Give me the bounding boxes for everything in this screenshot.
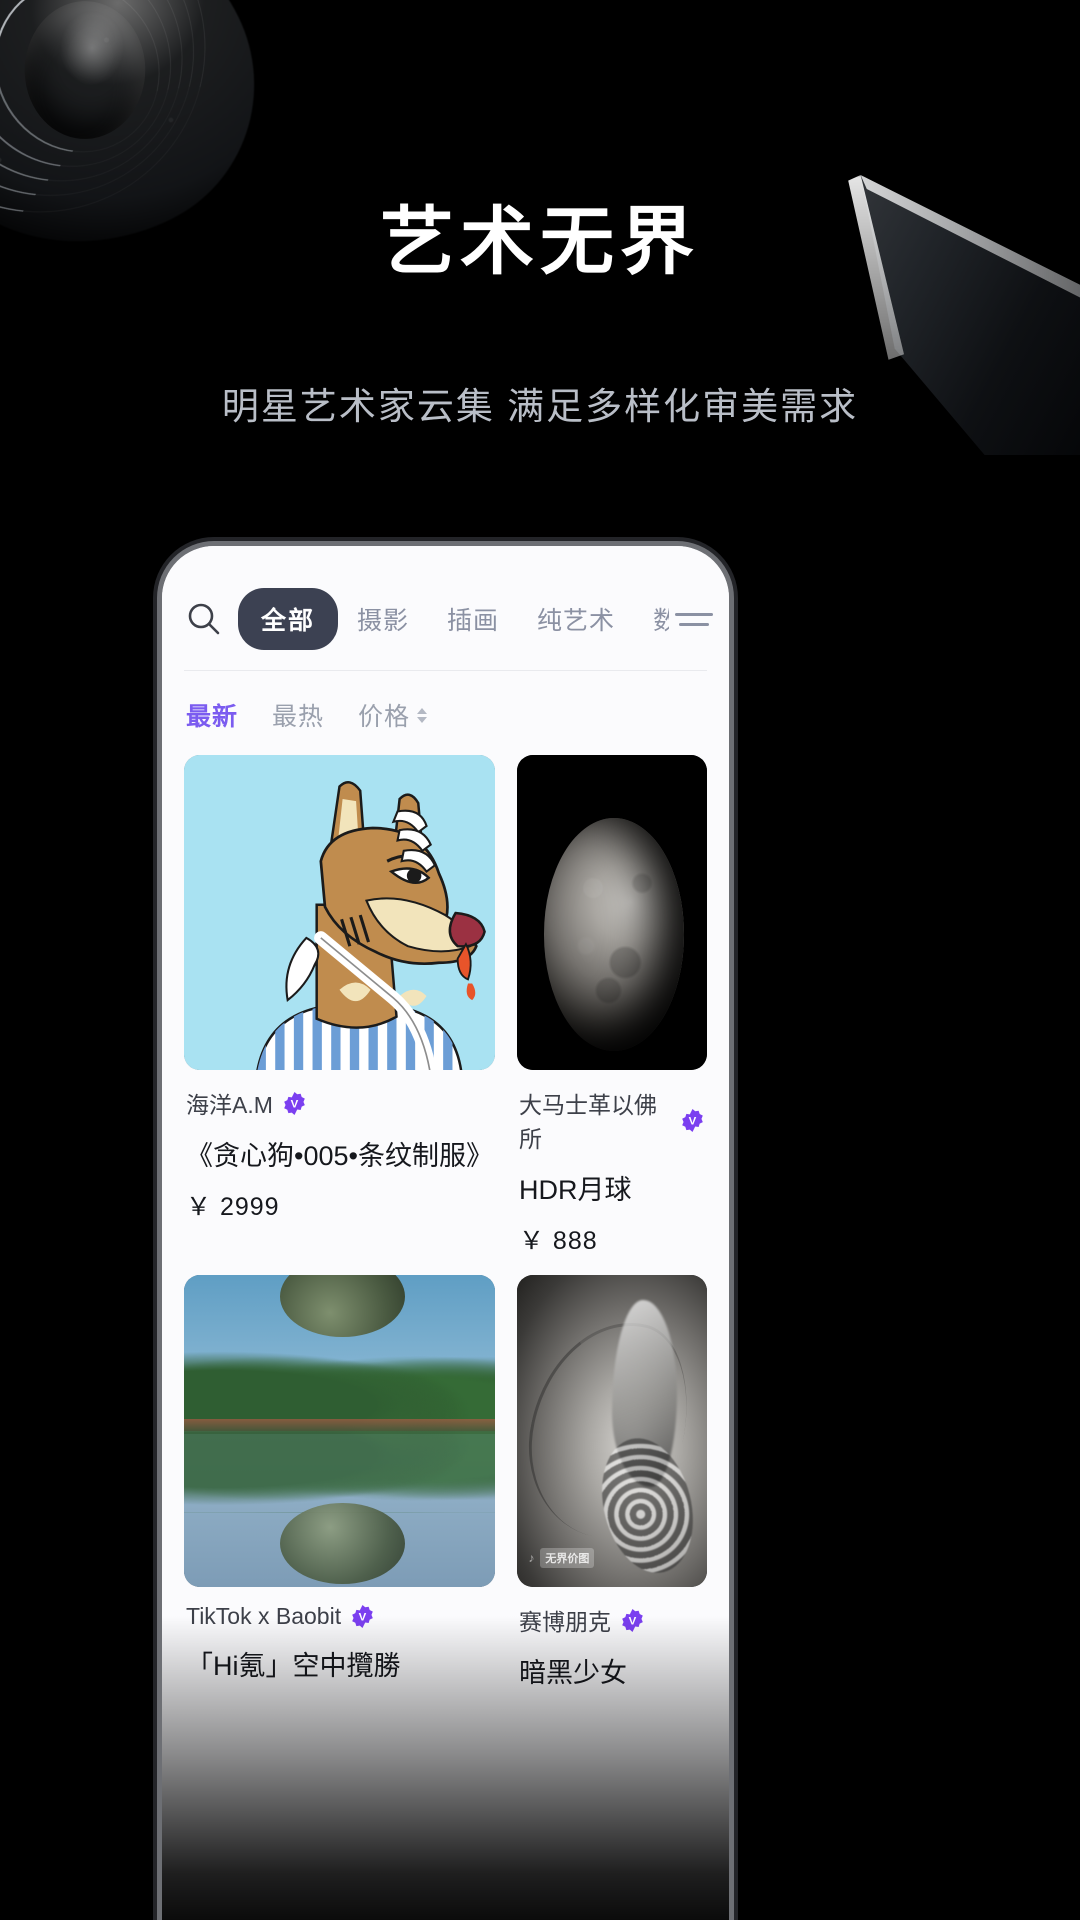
svg-text:V: V bbox=[291, 1098, 299, 1110]
tab-digital[interactable]: 数字亻 bbox=[634, 601, 669, 637]
tab-fine-art[interactable]: 纯艺术 bbox=[518, 601, 634, 637]
tab-photography[interactable]: 摄影 bbox=[338, 601, 428, 637]
search-icon[interactable] bbox=[184, 599, 224, 639]
sort-newest[interactable]: 最新 bbox=[186, 697, 238, 733]
artwork-title: 暗黑少女 bbox=[518, 1658, 627, 1688]
watermark-label: 无界价图 bbox=[540, 1548, 595, 1569]
artwork-card[interactable]: TikTok x Baobit V 「Hi氪」空中攬勝 bbox=[184, 1275, 495, 1690]
artwork-thumbnail-cyberpunk[interactable]: ♪ 无界价图 bbox=[516, 1275, 707, 1587]
artwork-meta: 海洋A.M V 《贪心狗•005•条纹制服》 ￥ 2999 bbox=[184, 1070, 495, 1223]
sort-bar: 最新 最热 价格 bbox=[162, 671, 729, 755]
page-root: 艺术无界 明星艺术家云集 满足多样化审美需求 全部 摄影 插画 纯艺术 数字亻 bbox=[0, 0, 1080, 1920]
page-subtitle: 明星艺术家云集 满足多样化审美需求 bbox=[221, 386, 859, 427]
artwork-meta: TikTok x Baobit V 「Hi氪」空中攬勝 bbox=[184, 1587, 495, 1683]
artwork-title: 「Hi氪」空中攬勝 bbox=[186, 1651, 401, 1681]
page-title: 艺术无界 bbox=[380, 200, 700, 283]
artwork-thumbnail-dog[interactable] bbox=[184, 755, 495, 1070]
moon-photograph bbox=[516, 755, 707, 1070]
cartoon-doberman-dog-illustration bbox=[184, 755, 495, 1070]
svg-text:V: V bbox=[689, 1115, 697, 1127]
artwork-author[interactable]: 赛博朋克 V bbox=[519, 1603, 705, 1637]
artwork-watermark: ♪ 无界价图 bbox=[528, 1548, 595, 1569]
svg-text:V: V bbox=[359, 1612, 367, 1624]
artwork-meta: 赛博朋克 V 暗黑少女 bbox=[517, 1587, 707, 1690]
artwork-author-name: 赛博朋克 bbox=[518, 1609, 611, 1635]
artwork-card[interactable]: ♪ 无界价图 赛博朋克 V 暗黑少女 bbox=[516, 1275, 707, 1690]
sort-price[interactable]: 价格 bbox=[358, 697, 428, 733]
music-note-icon: ♪ bbox=[528, 1551, 535, 1566]
artwork-card[interactable]: 海洋A.M V 《贪心狗•005•条纹制服》 ￥ 2999 bbox=[184, 755, 495, 1257]
artwork-author-name: 大马士革以佛所 bbox=[518, 1092, 657, 1152]
artwork-author[interactable]: TikTok x Baobit V bbox=[186, 1603, 493, 1630]
tab-all[interactable]: 全部 bbox=[238, 588, 339, 650]
artwork-price: ￥ 888 bbox=[518, 1227, 598, 1255]
sort-hottest[interactable]: 最热 bbox=[272, 697, 324, 733]
lake-reflection-sphere-photograph bbox=[184, 1275, 495, 1587]
artwork-meta: 大马士革以佛所 V HDR月球 ￥ 888 bbox=[517, 1070, 707, 1257]
artwork-author-name: TikTok x Baobit bbox=[186, 1603, 342, 1629]
artwork-author[interactable]: 大马士革以佛所 V bbox=[519, 1086, 705, 1154]
artwork-grid: 海洋A.M V 《贪心狗•005•条纹制服》 ￥ 2999 大马士革以佛所 V … bbox=[162, 755, 729, 1690]
sort-price-label: 价格 bbox=[358, 703, 411, 731]
svg-text:V: V bbox=[629, 1615, 637, 1627]
artwork-author-name: 海洋A.M bbox=[186, 1092, 273, 1118]
artwork-card[interactable]: 大马士革以佛所 V HDR月球 ￥ 888 bbox=[516, 755, 707, 1257]
verified-badge-icon: V bbox=[350, 1604, 375, 1629]
phone-screen: 全部 摄影 插画 纯艺术 数字亻 最新 最热 价格 bbox=[162, 546, 729, 1920]
tab-illustration[interactable]: 插画 bbox=[428, 601, 518, 637]
artwork-title: 《贪心狗•005•条纹制服》 bbox=[186, 1141, 493, 1171]
tab-list: 全部 摄影 插画 纯艺术 数字亻 bbox=[238, 588, 669, 650]
phone-mockup: 全部 摄影 插画 纯艺术 数字亻 最新 最热 价格 bbox=[162, 546, 729, 1920]
greyscale-cyberpunk-girl-artwork: ♪ 无界价图 bbox=[516, 1275, 707, 1587]
artwork-thumbnail-lake[interactable] bbox=[184, 1275, 495, 1587]
verified-badge-icon: V bbox=[620, 1608, 645, 1633]
sort-arrows-icon bbox=[417, 707, 428, 723]
verified-badge-icon: V bbox=[282, 1091, 307, 1116]
hamburger-menu-icon[interactable] bbox=[675, 606, 713, 633]
artwork-thumbnail-moon[interactable] bbox=[516, 755, 707, 1070]
artwork-title: HDR月球 bbox=[518, 1175, 632, 1205]
category-tabbar: 全部 摄影 插画 纯艺术 数字亻 bbox=[162, 546, 729, 670]
verified-badge-icon: V bbox=[680, 1108, 705, 1133]
artwork-price: ￥ 2999 bbox=[186, 1193, 280, 1221]
artwork-author[interactable]: 海洋A.M V bbox=[186, 1086, 493, 1120]
